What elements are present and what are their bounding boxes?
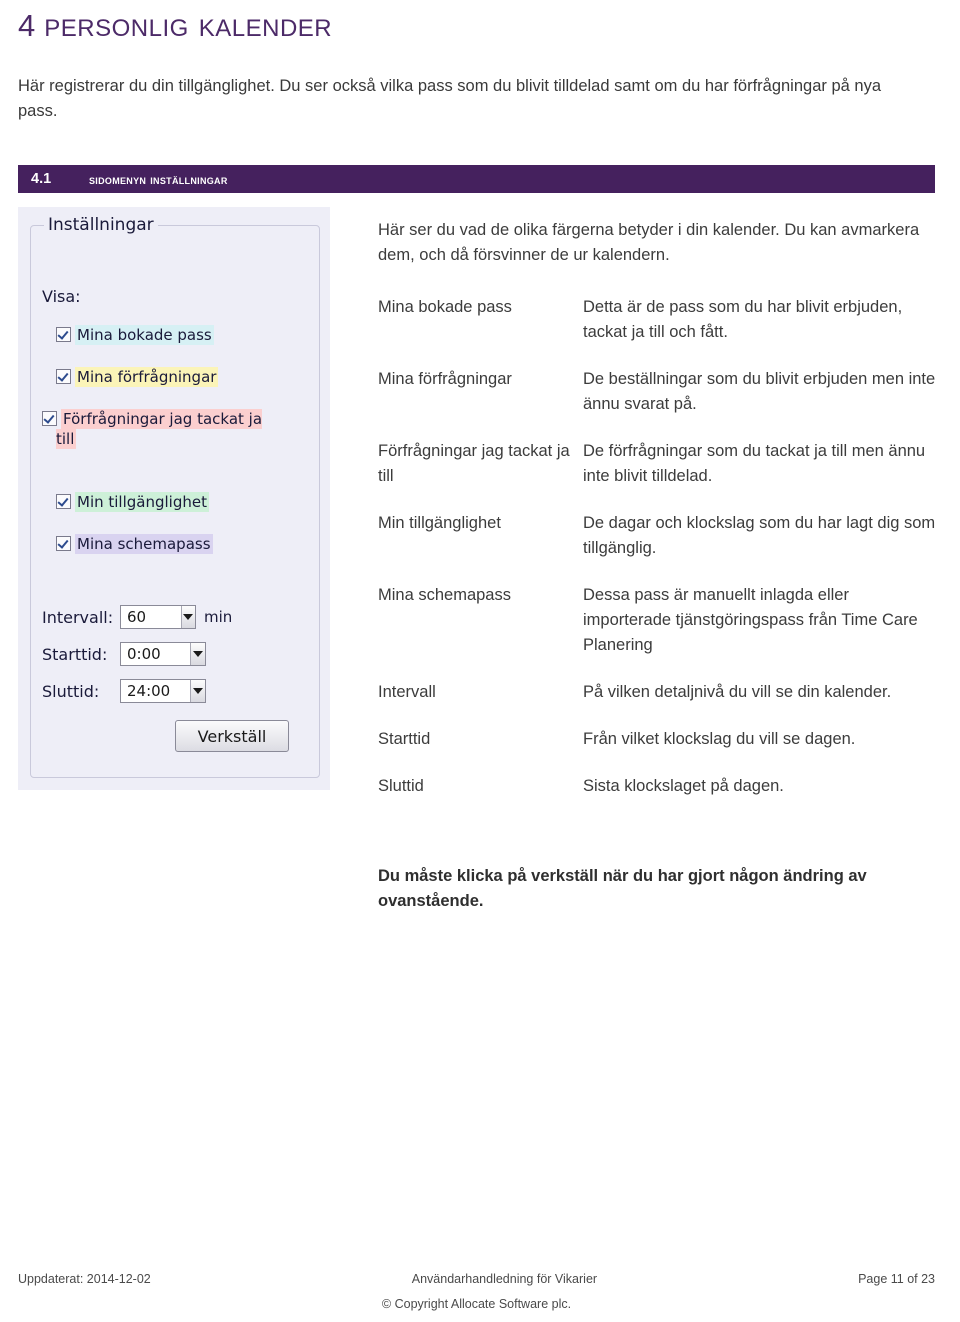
field-row-intervall: Intervall: 60 min	[42, 605, 232, 629]
chevron-down-icon[interactable]	[180, 606, 195, 628]
footer-document-title: Användarhandledning för Vikarier	[411, 1272, 598, 1286]
checkbox-icon[interactable]	[56, 369, 71, 384]
legend-row-label: Mina förfrågningar	[378, 370, 512, 388]
legend-row-list: Mina bokade pass Detta är de pass som du …	[378, 295, 938, 821]
legend-row-label: Sluttid	[378, 777, 424, 795]
chevron-down-icon[interactable]	[189, 643, 205, 665]
intervall-value: 60	[127, 608, 147, 626]
field-label-intervall: Intervall:	[42, 607, 114, 627]
chevron-down-icon[interactable]	[189, 680, 205, 702]
checkbox-icon[interactable]	[56, 536, 71, 551]
legend-row: Min tillgänglighet De dagar och klockslag…	[378, 511, 938, 561]
checkbox-row-mina-bokade-pass[interactable]: Mina bokade pass	[56, 325, 214, 345]
colour-legend-intro: Här ser du vad de olika färgerna betyder…	[378, 221, 920, 264]
section-heading-bar: 4.1 Sidomenyn inställningar	[18, 165, 935, 193]
apply-button[interactable]: Verkställ	[175, 720, 289, 752]
section-title: Sidomenyn inställningar	[89, 171, 228, 187]
legend-row-description: De dagar och klockslag som du har lagt d…	[583, 514, 936, 557]
legend-row-description: Sista klockslaget på dagen.	[583, 777, 784, 795]
field-row-starttid: Starttid: 0:00	[42, 642, 206, 666]
footer-updated: Uppdaterat: 2014-12-02	[18, 1272, 151, 1286]
page-footer: Uppdaterat: 2014-12-02 Användarhandledni…	[18, 1272, 935, 1311]
legend-row: Mina förfrågningar De beställningar som d…	[378, 367, 938, 417]
visa-label: Visa:	[42, 287, 81, 306]
checkbox-row-mina-forfragningar[interactable]: Mina förfrågningar	[56, 367, 219, 387]
field-label-sluttid: Sluttid:	[42, 681, 100, 701]
apply-warning-note: Du måste klicka på verkställ när du har …	[378, 867, 867, 910]
checkbox-icon[interactable]	[42, 411, 57, 426]
legend-row-label: Starttid	[378, 730, 431, 748]
field-label-starttid: Starttid:	[42, 644, 108, 664]
page-title: 4 Personlig kalender	[18, 6, 332, 45]
legend-row-description: På vilken detaljnivå du vill se din kale…	[583, 683, 892, 701]
checkbox-row-mina-schemapass[interactable]: Mina schemapass	[56, 534, 213, 554]
field-row-sluttid: Sluttid: 24:00	[42, 679, 206, 703]
legend-row: Intervall På vilken detaljnivå du vill se…	[378, 680, 938, 705]
legend-row-description: De förfrågningar som du tackat ja till m…	[583, 442, 926, 485]
checkbox-label: Min tillgänglighet	[75, 492, 209, 512]
starttid-dropdown[interactable]: 0:00	[120, 642, 206, 666]
checkbox-row-min-tillganglighet[interactable]: Min tillgänglighet	[56, 492, 209, 512]
legend-row-description: Dessa pass är manuellt inlagda eller imp…	[583, 586, 918, 654]
checkbox-icon[interactable]	[56, 327, 71, 342]
page-title-number: 4	[18, 8, 36, 43]
legend-row-description: Från vilket klockslag du vill se dagen.	[583, 730, 856, 748]
legend-row: Mina schemapass Dessa pass är manuellt in…	[378, 583, 938, 658]
legend-row-label: Min tillgänglighet	[378, 514, 501, 532]
legend-row-label: Mina bokade pass	[378, 298, 512, 316]
legend-row: Sluttid Sista klockslaget på dagen.	[378, 774, 938, 799]
checkbox-icon[interactable]	[56, 494, 71, 509]
checkbox-label: Mina schemapass	[75, 534, 213, 554]
intervall-unit: min	[204, 608, 233, 626]
sluttid-value: 24:00	[127, 682, 171, 700]
legend-row-description: De beställningar som du blivit erbjuden …	[583, 370, 936, 413]
checkbox-label: Förfrågningar jag tackat ja till	[56, 409, 263, 449]
legend-row-label: Mina schemapass	[378, 586, 511, 604]
sluttid-dropdown[interactable]: 24:00	[120, 679, 206, 703]
page-title-text: Personlig kalender	[44, 6, 333, 44]
checkbox-label: Mina bokade pass	[75, 325, 214, 345]
intervall-dropdown[interactable]: 60	[120, 605, 196, 629]
legend-row: Förfrågningar jag tackat ja till De förfr…	[378, 439, 938, 489]
settings-groupbox-title: Inställningar	[44, 215, 158, 235]
legend-row-label: Intervall	[378, 683, 436, 701]
checkbox-label: Mina förfrågningar	[75, 367, 219, 387]
section-number: 4.1	[31, 171, 52, 187]
legend-row-description: Detta är de pass som du har blivit erbju…	[583, 298, 903, 341]
starttid-value: 0:00	[127, 645, 161, 663]
settings-panel-screenshot: Inställningar Visa: Mina bokade pass Min…	[18, 207, 330, 790]
footer-page-number: Page 11 of 23	[858, 1272, 935, 1286]
footer-copyright: © Copyright Allocate Software plc.	[381, 1297, 572, 1311]
legend-row-label: Förfrågningar jag tackat ja till	[378, 442, 570, 485]
intro-paragraph: Här registrerar du din tillgänglighet. D…	[18, 77, 881, 120]
legend-row: Mina bokade pass Detta är de pass som du …	[378, 295, 938, 345]
checkbox-row-forfragningar-jag-tackat-ja-till[interactable]: Förfrågningar jag tackat ja till	[42, 409, 281, 449]
legend-row: Starttid Från vilket klockslag du vill se…	[378, 727, 938, 752]
